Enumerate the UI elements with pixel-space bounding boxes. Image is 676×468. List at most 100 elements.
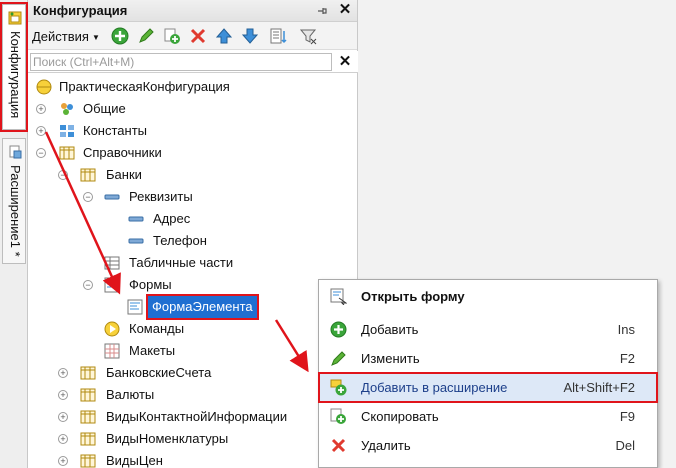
- menu-item-shortcut: F9: [619, 409, 635, 424]
- edit-icon[interactable]: [136, 26, 156, 46]
- menu-item-label: Удалить: [361, 438, 411, 453]
- menu-item-shortcut: F2: [619, 351, 635, 366]
- commands-icon: [104, 321, 120, 337]
- toolbar: Действия ▼: [28, 22, 357, 50]
- tree-item-label: Константы: [83, 123, 147, 138]
- tree-item-label-selected: ФормаЭлемента: [146, 294, 259, 320]
- search-input[interactable]: [30, 53, 332, 71]
- tree-item-banks[interactable]: − Банки: [28, 164, 346, 186]
- tree-item-label: Справочники: [83, 145, 162, 160]
- collapse-icon[interactable]: −: [58, 170, 68, 180]
- move-up-icon[interactable]: [214, 26, 234, 46]
- menu-item-label: Добавить: [361, 322, 419, 337]
- move-down-icon[interactable]: [240, 26, 260, 46]
- catalog-icon: [80, 410, 96, 424]
- tree-item-label: Банки: [106, 167, 142, 182]
- collapse-icon[interactable]: −: [83, 280, 93, 290]
- menu-item-label: Открыть форму: [361, 289, 465, 304]
- edit-icon: [331, 351, 346, 366]
- panel-title: Конфигурация: [33, 3, 128, 18]
- tree-item-forms[interactable]: − Формы: [28, 274, 346, 296]
- menu-item-copy[interactable]: Скопировать F9: [319, 402, 657, 431]
- collapse-icon[interactable]: −: [36, 148, 46, 158]
- menu-item-shortcut: Alt+Shift+F2: [563, 380, 635, 395]
- tree-item-nomenclature-types[interactable]: + ВидыНоменклатуры: [28, 428, 346, 450]
- expand-icon[interactable]: +: [58, 412, 68, 422]
- catalog-icon: [80, 168, 96, 182]
- catalog-icon: [80, 366, 96, 380]
- tree-item-currencies[interactable]: + Валюты: [28, 384, 346, 406]
- copy-icon[interactable]: [162, 26, 182, 46]
- pin-icon[interactable]: [316, 5, 328, 17]
- delete-icon[interactable]: [188, 26, 208, 46]
- requisites-icon: [104, 194, 120, 200]
- catalog-icon: [80, 454, 96, 468]
- collapse-icon[interactable]: −: [83, 192, 93, 202]
- clear-search-icon[interactable]: ✕: [336, 53, 354, 71]
- tab-configuration[interactable]: Конфигурация: [0, 2, 28, 132]
- tree-item-price-types[interactable]: + ВидыЦен: [28, 450, 346, 468]
- context-menu: Открыть форму Добавить Ins Изменить F2 Д…: [318, 279, 658, 468]
- tree-item-label: Телефон: [153, 233, 207, 248]
- add-icon[interactable]: [110, 26, 130, 46]
- filter-icon[interactable]: [298, 26, 318, 46]
- expand-icon[interactable]: +: [58, 456, 68, 466]
- menu-item-add[interactable]: Добавить Ins: [319, 315, 657, 344]
- tree-item-root[interactable]: ПрактическаяКонфигурация: [28, 76, 346, 98]
- actions-label: Действия: [32, 29, 89, 44]
- close-icon[interactable]: ✕: [338, 2, 352, 17]
- tree-item-constants[interactable]: + Константы: [28, 120, 346, 142]
- tree-item-label: ВидыНоменклатуры: [106, 431, 229, 446]
- tree-item-tabular-parts[interactable]: Табличные части: [28, 252, 346, 274]
- tree-item-label: ПрактическаяКонфигурация: [59, 79, 230, 94]
- actions-menu-button[interactable]: Действия ▼: [32, 29, 100, 44]
- attribute-icon: [128, 216, 144, 222]
- tree-item-label: Команды: [129, 321, 185, 336]
- tree-item-requisites[interactable]: − Реквизиты: [28, 186, 346, 208]
- tree-item-label: ВидыКонтактнойИнформации: [106, 409, 288, 424]
- tree-item-label: Валюты: [106, 387, 155, 402]
- configuration-tree: ПрактическаяКонфигурация + Общие + Конст…: [28, 76, 346, 468]
- tree-item-label: Табличные части: [129, 255, 234, 270]
- tree-item-commands[interactable]: Команды: [28, 318, 346, 340]
- tree-item-bank-accounts[interactable]: + БанковскиеСчета: [28, 362, 346, 384]
- tree-item-layouts[interactable]: Макеты: [28, 340, 346, 362]
- expand-icon[interactable]: +: [36, 104, 46, 114]
- expand-icon[interactable]: +: [58, 434, 68, 444]
- form-icon: [127, 299, 143, 315]
- menu-item-delete[interactable]: Удалить Del: [319, 431, 657, 460]
- menu-item-open-form[interactable]: Открыть форму: [319, 282, 657, 311]
- tree-item-label: Макеты: [129, 343, 176, 358]
- tree-item-address[interactable]: Адрес: [28, 208, 346, 230]
- tree-item-contact-info-types[interactable]: + ВидыКонтактнойИнформации: [28, 406, 346, 428]
- tree-item-catalogs[interactable]: − Справочники: [28, 142, 346, 164]
- configuration-root-icon: [36, 79, 52, 95]
- layouts-icon: [104, 343, 120, 359]
- expand-icon[interactable]: +: [58, 368, 68, 378]
- tree-item-label: БанковскиеСчета: [106, 365, 212, 380]
- tab-extension-label: Расширение1 *: [8, 165, 23, 257]
- tab-configuration-label: Конфигурация: [8, 31, 23, 119]
- menu-item-edit[interactable]: Изменить F2: [319, 344, 657, 373]
- extension-icon: [9, 145, 22, 159]
- menu-item-label: Скопировать: [361, 409, 439, 424]
- tree-item-common[interactable]: + Общие: [28, 98, 346, 120]
- tree-item-label: Общие: [83, 101, 126, 116]
- copy-icon: [330, 408, 346, 424]
- catalogs-icon: [59, 146, 75, 160]
- tree-item-label: Формы: [129, 277, 172, 292]
- add-icon: [330, 321, 347, 338]
- sort-icon[interactable]: [268, 26, 288, 46]
- tree-item-phone[interactable]: Телефон: [28, 230, 346, 252]
- tabular-parts-icon: [104, 256, 120, 270]
- configuration-icon: [8, 11, 22, 25]
- tab-extension[interactable]: Расширение1 *: [2, 138, 26, 264]
- menu-item-add-to-extension[interactable]: Добавить в расширение Alt+Shift+F2: [318, 372, 658, 403]
- forms-icon: [104, 277, 120, 293]
- expand-icon[interactable]: +: [36, 126, 46, 136]
- expand-icon[interactable]: +: [58, 390, 68, 400]
- tree-item-element-form[interactable]: ФормаЭлемента: [122, 294, 270, 320]
- catalog-icon: [80, 388, 96, 402]
- constants-icon: [60, 125, 74, 137]
- add-to-extension-icon: [330, 379, 347, 396]
